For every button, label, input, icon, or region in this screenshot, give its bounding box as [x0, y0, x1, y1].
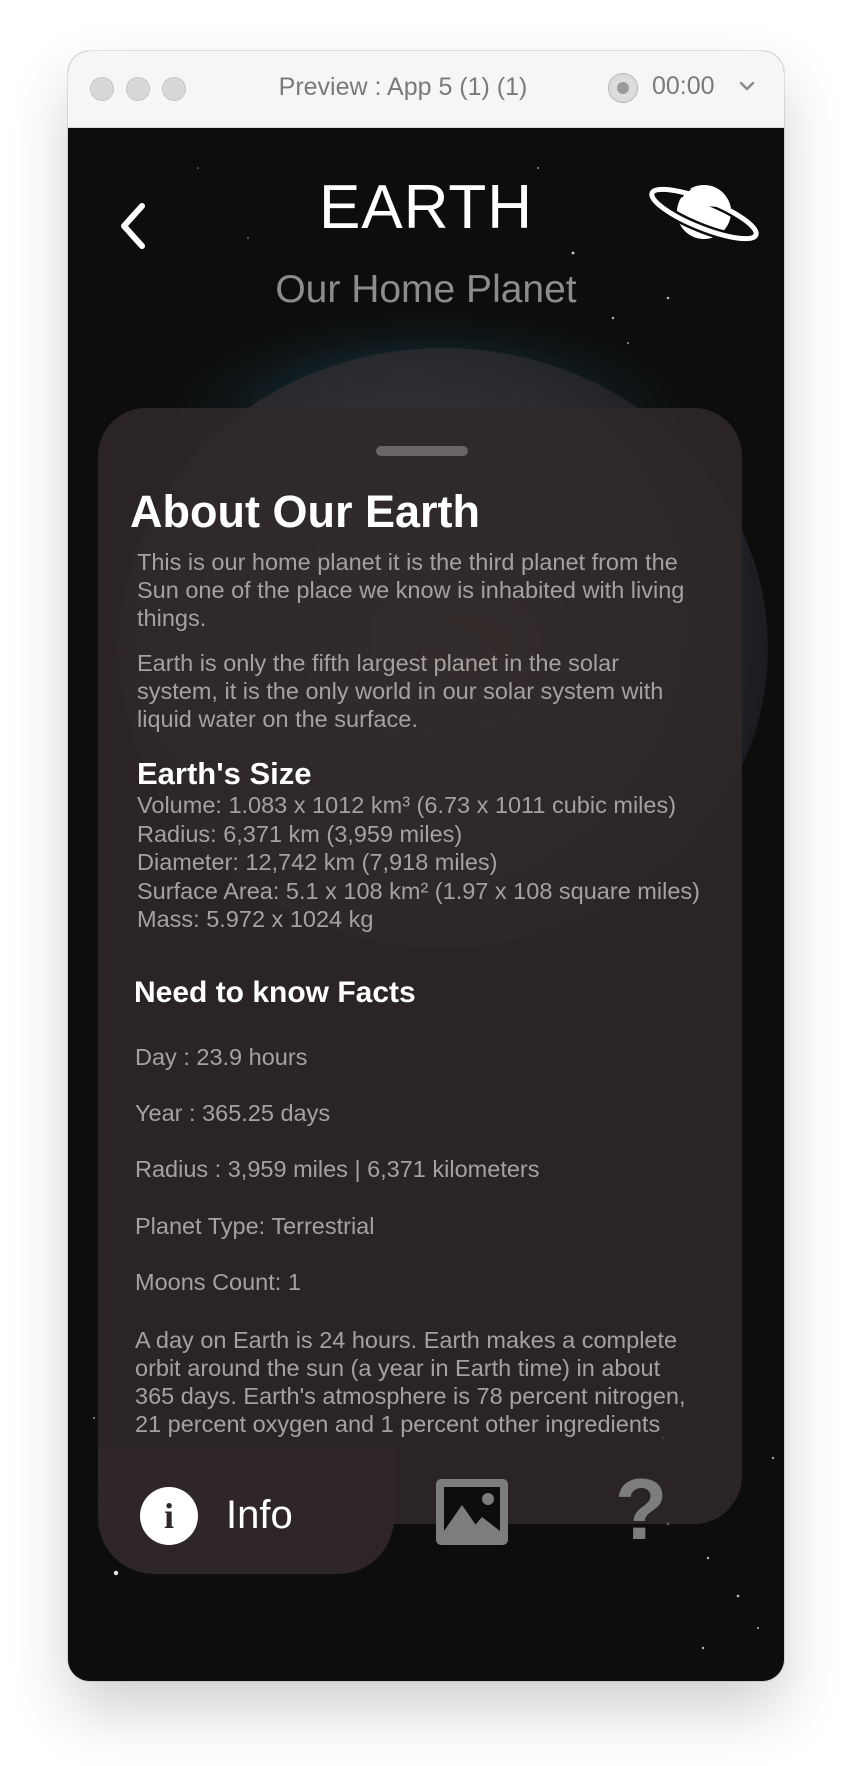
size-line: Volume: 1.083 x 1012 km³ (6.73 x 1011 cu… [137, 792, 677, 818]
fact-year: Year : 365.25 days [135, 1100, 331, 1126]
minimize-window-button[interactable] [126, 77, 150, 101]
size-line: Surface Area: 5.1 x 108 km² (1.97 x 108 … [137, 877, 700, 904]
size-line: Radius: 6,371 km (3,959 miles) [137, 820, 463, 847]
intro-line: system, it is the only world in our sola… [137, 678, 664, 704]
question-mark-icon[interactable]: ? [611, 1467, 671, 1553]
app-screen: EARTH Our Home Planet About Our Earth Th… [68, 128, 784, 1681]
tab-info-label[interactable]: Info [226, 1493, 293, 1538]
fact-planet-type: Planet Type: Terrestrial [135, 1213, 375, 1239]
image-icon[interactable] [434, 1477, 510, 1547]
intro-line: things. [137, 605, 207, 631]
summary-line: A day on Earth is 24 hours. Earth makes … [135, 1327, 678, 1353]
intro-line: Sun one of the place we know is inhabite… [137, 577, 685, 603]
intro-line: liquid water on the surface. [137, 706, 418, 732]
fact-day: Day : 23.9 hours [135, 1044, 308, 1070]
drag-handle[interactable] [376, 446, 468, 456]
fact-moons: Moons Count: 1 [135, 1269, 301, 1295]
card-heading: About Our Earth [130, 486, 480, 537]
close-window-button[interactable] [90, 77, 114, 101]
intro-line: Earth is only the fifth largest planet i… [137, 650, 620, 676]
summary-line: 365 days. Earth's atmosphere is 78 perce… [135, 1383, 686, 1409]
window-title: Preview : App 5 (1) (1) [278, 73, 528, 101]
summary-line: orbit around the sun (a year in Earth ti… [135, 1355, 661, 1381]
fact-radius: Radius : 3,959 miles | 6,371 kilometers [135, 1156, 540, 1182]
size-heading: Earth's Size [137, 756, 312, 791]
summary-line: 21 percent oxygen and 1 percent other in… [135, 1411, 661, 1437]
size-line: Diameter: 12,742 km (7,918 miles) [137, 849, 498, 875]
window-titlebar: Preview : App 5 (1) (1) 00:00 [68, 51, 784, 128]
facts-heading: Need to know Facts [134, 976, 416, 1009]
size-line: Mass: 5.972 x 1024 kg [137, 906, 374, 932]
page-subtitle: Our Home Planet [275, 268, 577, 311]
intro-line: This is our home planet it is the third … [137, 549, 678, 575]
info-card[interactable]: About Our Earth This is our home planet … [98, 408, 742, 1524]
intro-paragraph: This is our home planet it is the third … [137, 548, 684, 632]
preview-window: Preview : App 5 (1) (1) 00:00 EARTH Our … [68, 51, 784, 1681]
saturn-icon[interactable] [646, 174, 766, 254]
zoom-window-button[interactable] [162, 77, 186, 101]
size-list: Volume: 1.083 x 1012 km³ (6.73 x 1011 cu… [137, 791, 700, 934]
chevron-down-icon[interactable] [736, 75, 758, 97]
record-icon[interactable] [608, 73, 638, 103]
recording-timer: 00:00 [652, 72, 715, 100]
summary-paragraph: A day on Earth is 24 hours. Earth makes … [135, 1326, 686, 1438]
intro-paragraph-2: Earth is only the fifth largest planet i… [137, 649, 663, 733]
info-icon[interactable]: i [140, 1487, 198, 1545]
